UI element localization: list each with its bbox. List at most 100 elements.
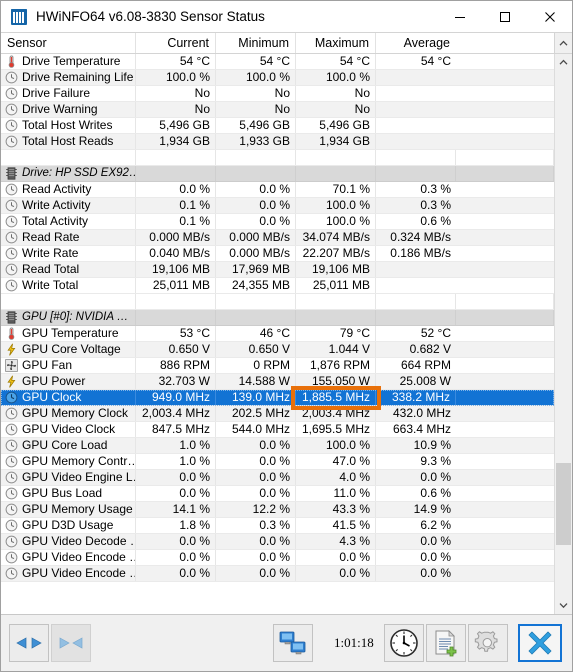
sensor-maximum-cell: 0.0 % bbox=[296, 550, 376, 565]
sensor-current-cell: 949.0 MHz bbox=[136, 390, 216, 405]
maximize-button[interactable] bbox=[482, 1, 527, 32]
minimize-button[interactable] bbox=[437, 1, 482, 32]
sensor-row[interactable]: GPU Video Engine L… 0.0 % 0.0 % 4.0 % 0.0 % bbox=[1, 470, 554, 486]
sensor-row[interactable]: Write Activity 0.1 % 0.0 % 100.0 % 0.3 % bbox=[1, 198, 554, 214]
gauge-icon bbox=[5, 231, 18, 244]
sensor-row[interactable]: GPU Temperature 53 °C 46 °C 79 °C 52 °C bbox=[1, 326, 554, 342]
sensor-row[interactable]: GPU Video Encode … 0.0 % 0.0 % 0.0 % 0.0 % bbox=[1, 550, 554, 566]
sensor-row[interactable]: GPU Memory Contr… 1.0 % 0.0 % 47.0 % 9.3 % bbox=[1, 454, 554, 470]
sensor-row[interactable]: Drive Failure No No No bbox=[1, 86, 554, 102]
sensor-name-label: GPU Bus Load bbox=[22, 486, 103, 500]
column-header-average[interactable]: Average bbox=[376, 33, 456, 53]
sensor-maximum-cell: 11.0 % bbox=[296, 486, 376, 501]
scrollbar-track[interactable] bbox=[555, 71, 572, 597]
settings-gear-button[interactable] bbox=[468, 624, 508, 662]
sensor-minimum-cell: 139.0 MHz bbox=[216, 390, 296, 405]
sensor-row[interactable]: GPU Video Encode … 0.0 % 0.0 % 0.0 % 0.0 % bbox=[1, 566, 554, 582]
sensor-row[interactable]: Drive Temperature 54 °C 54 °C 54 °C 54 °C bbox=[1, 54, 554, 70]
sensor-section-header[interactable]: GPU [#0]: NVIDIA … bbox=[1, 310, 554, 326]
sensor-row[interactable]: Total Activity 0.1 % 0.0 % 100.0 % 0.6 % bbox=[1, 214, 554, 230]
sensor-name-cell: Total Activity bbox=[1, 214, 136, 229]
sensor-current-cell: 0.0 % bbox=[136, 566, 216, 581]
close-button[interactable] bbox=[527, 1, 572, 32]
sensor-minimum-cell: 46 °C bbox=[216, 326, 296, 341]
sensor-row[interactable]: Write Rate 0.040 MB/s 0.000 MB/s 22.207 MB/… bbox=[1, 246, 554, 262]
collapse-all-button[interactable] bbox=[51, 624, 91, 662]
reset-timer-clock-button[interactable] bbox=[384, 624, 424, 662]
sensor-average-cell: 0.6 % bbox=[420, 486, 451, 500]
row-tail-cell bbox=[456, 502, 554, 517]
sensor-row[interactable]: GPU Memory Usage 14.1 % 12.2 % 43.3 % 14.9 % bbox=[1, 502, 554, 518]
sensor-row[interactable]: Read Activity 0.0 % 0.0 % 70.1 % 0.3 % bbox=[1, 182, 554, 198]
vertical-scrollbar[interactable] bbox=[554, 54, 572, 614]
row-tail-cell bbox=[456, 166, 554, 181]
column-header-sensor[interactable]: Sensor bbox=[1, 33, 136, 53]
sensor-row[interactable]: Read Rate 0.000 MB/s 0.000 MB/s 34.074 MB/s… bbox=[1, 230, 554, 246]
close-window-button[interactable] bbox=[518, 624, 562, 662]
sensor-current-cell: 14.1 % bbox=[136, 502, 216, 517]
gauge-icon bbox=[5, 87, 18, 100]
sensor-average-cell: 0.0 % bbox=[420, 566, 451, 580]
sensor-row[interactable]: GPU Bus Load 0.0 % 0.0 % 11.0 % 0.6 % bbox=[1, 486, 554, 502]
remote-monitoring-button[interactable] bbox=[273, 624, 313, 662]
sensor-name-label: Read Total bbox=[22, 262, 80, 276]
sensor-row[interactable]: GPU Video Decode … 0.0 % 0.0 % 4.3 % 0.0 % bbox=[1, 534, 554, 550]
sensor-average-cell bbox=[376, 278, 456, 293]
sensor-row[interactable]: GPU Fan 886 RPM 0 RPM 1,876 RPM 664 RPM bbox=[1, 358, 554, 374]
scrollbar-up-button[interactable] bbox=[555, 54, 572, 71]
scrollbar-thumb[interactable] bbox=[556, 463, 571, 545]
scroll-up-icon[interactable] bbox=[554, 33, 572, 53]
sensor-row[interactable]: GPU Core Load 1.0 % 0.0 % 100.0 % 10.9 % bbox=[1, 438, 554, 454]
sensor-name-label: Drive: HP SSD EX92… bbox=[22, 167, 136, 179]
sensor-grid[interactable]: Drive Temperature 54 °C 54 °C 54 °C 54 °C Dri… bbox=[1, 54, 554, 614]
sensor-name-label: GPU Core Load bbox=[22, 438, 108, 452]
scrollbar-down-button[interactable] bbox=[555, 597, 572, 614]
sensor-maximum-cell: 100.0 % bbox=[296, 438, 376, 453]
sensor-row[interactable]: GPU Power 32.703 W 14.588 W 155.050 W 25.008… bbox=[1, 374, 554, 390]
sensor-average-cell bbox=[376, 294, 456, 309]
sensor-name-cell: GPU Clock bbox=[1, 390, 136, 405]
sensor-current-cell: 847.5 MHz bbox=[136, 422, 216, 437]
row-tail-cell bbox=[456, 278, 554, 293]
sensor-row[interactable]: Drive Warning No No No bbox=[1, 102, 554, 118]
row-tail-cell bbox=[456, 326, 554, 341]
sensor-current-cell: 0.000 MB/s bbox=[136, 230, 216, 245]
sensor-name-label: Drive Temperature bbox=[22, 54, 121, 68]
sensor-current-cell: 0.0 % bbox=[136, 470, 216, 485]
sensor-row[interactable]: Read Total 19,106 MB 17,969 MB 19,106 MB bbox=[1, 262, 554, 278]
sensor-minimum-cell: 100.0 % bbox=[216, 70, 296, 85]
sensor-average-cell: 25.008 W bbox=[399, 374, 451, 388]
sensor-row[interactable]: GPU Clock 949.0 MHz 139.0 MHz 1,885.5 MHz 33… bbox=[1, 390, 554, 406]
gauge-icon bbox=[5, 519, 18, 532]
row-tail-cell bbox=[456, 230, 554, 245]
sensor-row[interactable]: Total Host Reads 1,934 GB 1,933 GB 1,934 GB bbox=[1, 134, 554, 150]
column-header-minimum[interactable]: Minimum bbox=[216, 33, 296, 53]
sensor-minimum-cell: 0.000 MB/s bbox=[216, 230, 296, 245]
sensor-maximum-cell: 1.044 V bbox=[296, 342, 376, 357]
start-logging-button[interactable] bbox=[426, 624, 466, 662]
row-tail-cell bbox=[456, 102, 554, 117]
sensor-row[interactable]: GPU Core Voltage 0.650 V 0.650 V 1.044 V 0.6… bbox=[1, 342, 554, 358]
column-header-current[interactable]: Current bbox=[136, 33, 216, 53]
sensor-maximum-cell: No bbox=[296, 86, 376, 101]
sensor-current-cell: 886 RPM bbox=[136, 358, 216, 373]
sensor-row[interactable]: Total Host Writes 5,496 GB 5,496 GB 5,496 G… bbox=[1, 118, 554, 134]
sensor-name-cell: GPU Video Encode … bbox=[1, 566, 136, 581]
sensor-average-cell bbox=[376, 262, 456, 277]
sensor-row[interactable]: Write Total 25,011 MB 24,355 MB 25,011 MB bbox=[1, 278, 554, 294]
row-tail-cell bbox=[456, 390, 554, 405]
gauge-icon bbox=[5, 279, 18, 292]
gauge-icon bbox=[5, 199, 18, 212]
expand-all-button[interactable] bbox=[9, 624, 49, 662]
thermometer-icon bbox=[5, 55, 18, 68]
sensor-minimum-cell: 0.000 MB/s bbox=[216, 246, 296, 261]
sensor-row[interactable]: GPU Memory Clock 2,003.4 MHz 202.5 MHz 2,00… bbox=[1, 406, 554, 422]
sensor-section-header[interactable]: Drive: HP SSD EX92… bbox=[1, 166, 554, 182]
sensor-row[interactable]: GPU D3D Usage 1.8 % 0.3 % 41.5 % 6.2 % bbox=[1, 518, 554, 534]
sensor-row[interactable]: Drive Remaining Life 100.0 % 100.0 % 100.0 … bbox=[1, 70, 554, 86]
column-header-maximum[interactable]: Maximum bbox=[296, 33, 376, 53]
sensor-average-cell bbox=[376, 118, 456, 133]
gauge-icon bbox=[5, 551, 18, 564]
sensor-row[interactable]: GPU Video Clock 847.5 MHz 544.0 MHz 1,695.5… bbox=[1, 422, 554, 438]
sensor-maximum-cell: 1,934 GB bbox=[296, 134, 376, 149]
